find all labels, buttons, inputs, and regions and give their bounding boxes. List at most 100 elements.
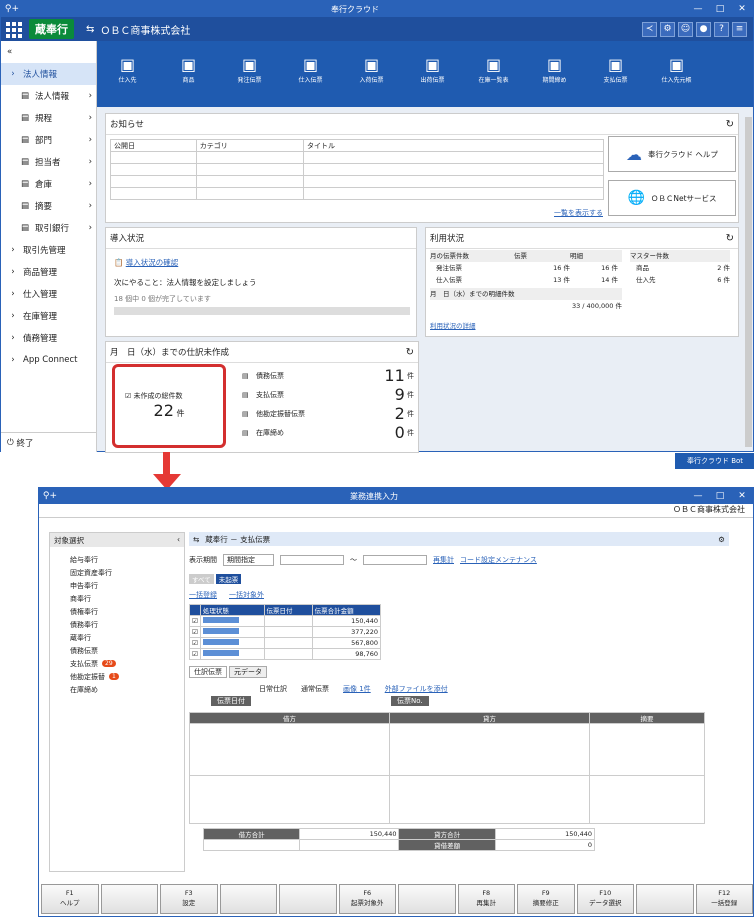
obcnet-button[interactable]: 🌐 ＯＢＣNetサービス xyxy=(608,180,736,216)
user-icon[interactable]: ● xyxy=(696,21,711,37)
fkey-6[interactable] xyxy=(398,884,456,914)
tab-all[interactable]: すべて xyxy=(189,574,214,584)
tree-node[interactable]: 商奉行 xyxy=(50,592,184,605)
fkey-4[interactable] xyxy=(279,884,337,914)
sidebar-item-10[interactable]: › 仕入管理 xyxy=(1,283,96,305)
tree-node[interactable]: 給与奉行 xyxy=(50,553,184,566)
period-select[interactable]: 期間指定 xyxy=(223,554,274,566)
fkey-0[interactable]: F1 ヘルプ xyxy=(41,884,99,914)
fkey-9[interactable]: F10 データ選択 xyxy=(576,884,634,914)
tab-source[interactable]: 元データ xyxy=(229,666,267,678)
tree-node[interactable]: 蔵奉行 xyxy=(50,631,184,644)
table-row[interactable]: ☑ 98,760 xyxy=(189,648,382,660)
minimize-button[interactable]: — xyxy=(687,491,709,501)
sidebar-item-3[interactable]: ▤ 部門 › xyxy=(1,129,96,151)
pending-row[interactable]: ▤ 在庫締め 0 件 xyxy=(242,423,414,442)
sidebar-item-6[interactable]: ▤ 摘要 › xyxy=(1,195,96,217)
search-icon[interactable]: ⚲+ xyxy=(39,491,61,501)
fkey-11[interactable]: F12 一括登録 xyxy=(695,884,753,914)
company-switch[interactable]: ⇆ ＯＢＣ商事株式会社 xyxy=(86,22,190,37)
maximize-button[interactable]: □ xyxy=(709,4,731,14)
sidebar-item-0[interactable]: › 法人情報 xyxy=(1,63,96,85)
sidebar-item-1[interactable]: ▤ 法人情報 › xyxy=(1,85,96,107)
tool-7[interactable]: ▣ 期間締め xyxy=(524,55,585,107)
support-icon[interactable]: ☺ xyxy=(678,21,693,37)
help-button[interactable]: ☁ 奉行クラウド ヘルプ xyxy=(608,136,736,172)
date-from[interactable] xyxy=(280,555,344,565)
gear-icon[interactable]: ⚙ xyxy=(660,21,675,37)
table-row[interactable]: ☑ 150,440 xyxy=(189,615,382,627)
close-button[interactable]: ✕ xyxy=(731,4,753,14)
row-checkbox[interactable]: ☑ xyxy=(189,626,201,638)
fkey-7[interactable]: F8 再集計 xyxy=(457,884,515,914)
refresh-icon[interactable]: ↻ xyxy=(726,233,734,244)
collapse-icon[interactable]: ‹ xyxy=(177,535,180,545)
tree-node[interactable]: 支払伝票 29 xyxy=(50,657,184,670)
bot-button[interactable]: 奉行クラウド Bot xyxy=(675,453,754,469)
refresh-icon[interactable]: ↻ xyxy=(726,119,734,130)
fkey-2[interactable]: F3 設定 xyxy=(160,884,218,914)
tool-2[interactable]: ▣ 発注伝票 xyxy=(219,55,280,107)
tool-6[interactable]: ▣ 在庫一覧表 xyxy=(463,55,524,107)
table-row[interactable]: ☑ 567,800 xyxy=(189,637,382,649)
sidebar-item-2[interactable]: ▤ 規程 › xyxy=(1,107,96,129)
share-icon[interactable]: ≺ xyxy=(642,21,657,37)
pending-row[interactable]: ▤ 他勘定振替伝票 2 件 xyxy=(242,404,414,423)
refresh-icon[interactable]: ↻ xyxy=(406,347,414,358)
fkey-1[interactable] xyxy=(100,884,158,914)
search-icon[interactable]: ⚲+ xyxy=(1,4,23,14)
tool-1[interactable]: ▣ 商品 xyxy=(158,55,219,107)
tree-node[interactable]: 在庫締め xyxy=(50,683,184,696)
gear-icon[interactable]: ⚙ xyxy=(718,535,725,544)
swap-icon[interactable]: ⇆ xyxy=(193,535,199,544)
sidebar-collapse[interactable]: « xyxy=(1,41,96,63)
tab-journal[interactable]: 仕訳伝票 xyxy=(189,666,227,678)
tree-node[interactable]: 債務伝票 xyxy=(50,644,184,657)
sidebar-item-4[interactable]: ▤ 担当者 › xyxy=(1,151,96,173)
date-to[interactable] xyxy=(363,555,427,565)
pending-total-card[interactable]: ☑ 未作成の総件数 22 件 xyxy=(112,364,226,448)
tool-5[interactable]: ▣ 出荷伝票 xyxy=(402,55,463,107)
pending-row[interactable]: ▤ 債務伝票 11 件 xyxy=(242,366,414,385)
sidebar-item-5[interactable]: ▤ 倉庫 › xyxy=(1,173,96,195)
show-all-link[interactable]: 一覧を表示する xyxy=(554,208,603,218)
menu-icon[interactable]: ≡ xyxy=(732,21,747,37)
tool-8[interactable]: ▣ 支払伝票 xyxy=(585,55,646,107)
attach-link[interactable]: 外部ファイルを添付 xyxy=(385,684,448,694)
sidebar-item-12[interactable]: › 債務管理 xyxy=(1,327,96,349)
tool-3[interactable]: ▣ 仕入伝票 xyxy=(280,55,341,107)
tool-0[interactable]: ▣ 仕入先 xyxy=(97,55,158,107)
help-icon[interactable]: ? xyxy=(714,21,729,37)
row-checkbox[interactable]: ☑ xyxy=(189,648,201,660)
sidebar-item-8[interactable]: › 取引先管理 xyxy=(1,239,96,261)
maximize-button[interactable]: □ xyxy=(709,491,731,501)
app-grid-icon[interactable] xyxy=(3,19,23,39)
close-button[interactable]: ✕ xyxy=(731,491,753,501)
fkey-5[interactable]: F6 起票対象外 xyxy=(338,884,396,914)
table-row[interactable]: ☑ 377,220 xyxy=(189,626,382,638)
pending-row[interactable]: ▤ 支払伝票 9 件 xyxy=(242,385,414,404)
maintenance-link[interactable]: コード設定メンテナンス xyxy=(460,555,537,565)
usage-detail-link[interactable]: 利用状況の詳細 xyxy=(430,320,622,332)
bulk-register-link[interactable]: 一括登録 xyxy=(189,590,217,600)
minimize-button[interactable]: — xyxy=(687,4,709,14)
sidebar-item-13[interactable]: › App Connect xyxy=(1,349,96,371)
fkey-8[interactable]: F9 摘要修正 xyxy=(517,884,575,914)
tool-4[interactable]: ▣ 入荷伝票 xyxy=(341,55,402,107)
row-checkbox[interactable]: ☑ xyxy=(189,615,201,627)
tree-node[interactable]: 申告奉行 xyxy=(50,579,184,592)
intro-link[interactable]: 導入状況の確認 xyxy=(126,258,179,267)
tree-node[interactable]: 他勘定振替 1 xyxy=(50,670,184,683)
recalc-link[interactable]: 再集計 xyxy=(433,555,454,565)
tree-node[interactable]: 債権奉行 xyxy=(50,605,184,618)
tree-node[interactable]: 債務奉行 xyxy=(50,618,184,631)
exit-button[interactable]: ⏻ 終了 xyxy=(1,432,96,452)
sidebar-item-11[interactable]: › 在庫管理 xyxy=(1,305,96,327)
scrollbar[interactable] xyxy=(745,117,752,447)
tree-node[interactable]: 固定資産奉行 xyxy=(50,566,184,579)
tab-unposted[interactable]: 未起票 xyxy=(215,574,242,584)
sidebar-item-9[interactable]: › 商品管理 xyxy=(1,261,96,283)
tool-9[interactable]: ▣ 仕入先元帳 xyxy=(646,55,707,107)
fkey-3[interactable] xyxy=(219,884,277,914)
journal-kind[interactable]: 日常仕訳 xyxy=(259,684,287,694)
